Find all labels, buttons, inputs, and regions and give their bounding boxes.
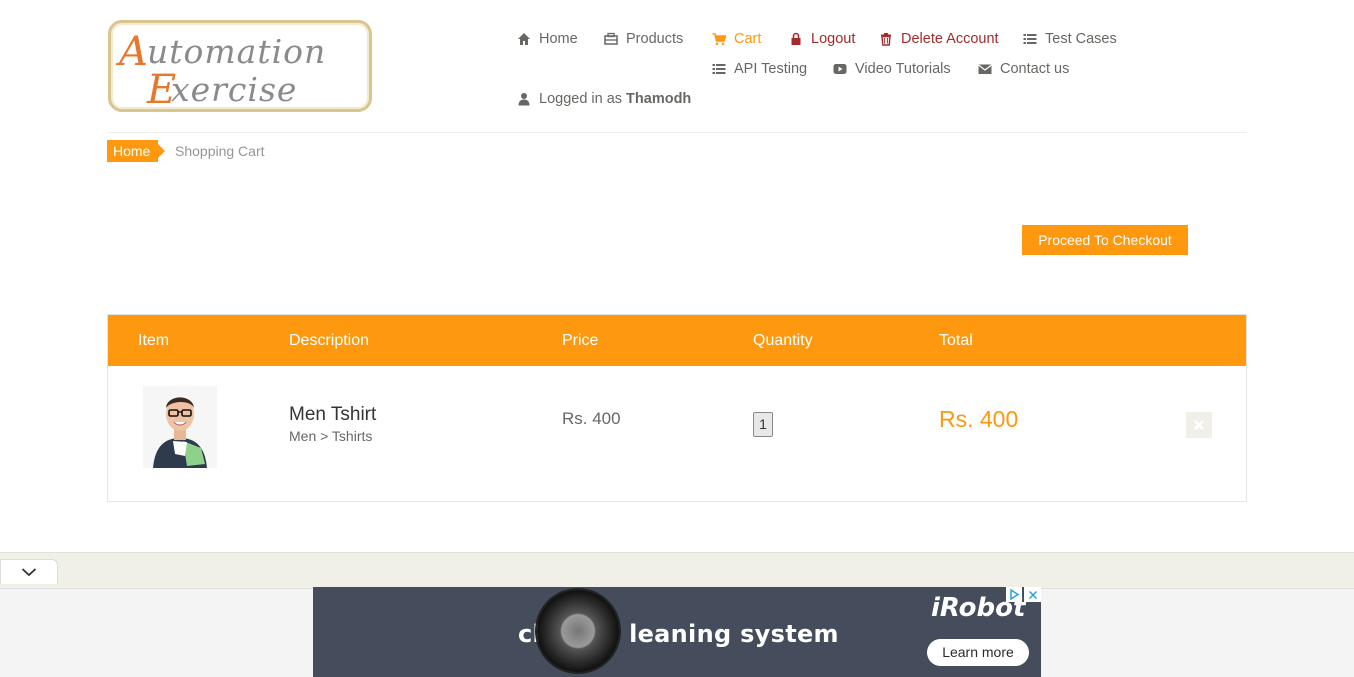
list-icon [1023, 34, 1037, 44]
page: A utomation E xercise Home Products Cart… [0, 0, 1354, 677]
lock-icon [791, 32, 801, 45]
shopping-cart-icon [712, 33, 726, 46]
nav-video-tutorials[interactable]: Video Tutorials [833, 61, 951, 77]
nav-video-tutorials-label: Video Tutorials [855, 61, 951, 77]
ad-learn-more-button[interactable]: Learn more [927, 639, 1029, 666]
ad-product-image [537, 590, 619, 672]
nav-products[interactable]: Products [604, 31, 683, 47]
product-price: Rs. 400 [562, 409, 621, 428]
svg-text:utomation: utomation [147, 32, 326, 71]
column-header-total: Total [939, 332, 973, 349]
ad-close-button[interactable] [1024, 587, 1041, 602]
cart-table: Item Description Price Quantity Total Me… [107, 314, 1247, 502]
nav-home-label: Home [539, 31, 578, 47]
nav-contact-us[interactable]: Contact us [978, 61, 1069, 77]
logged-in-status: Logged in as Thamodh [517, 91, 691, 107]
proceed-to-checkout-button[interactable]: Proceed To Checkout [1022, 225, 1188, 255]
ad-choices-button[interactable] [1006, 587, 1022, 602]
list-icon [712, 64, 726, 74]
user-icon [518, 93, 530, 106]
cart-table-header: Item Description Price Quantity Total [108, 315, 1246, 366]
close-icon [1194, 420, 1204, 430]
nav-logout-label: Logout [811, 31, 856, 47]
product-quantity[interactable]: 1 [753, 412, 773, 437]
youtube-play-icon [833, 64, 847, 74]
nav-test-cases-label: Test Cases [1045, 31, 1117, 47]
svg-text:xercise: xercise [171, 70, 297, 109]
ad-collapse-toggle[interactable] [0, 559, 58, 584]
close-icon [1028, 590, 1037, 599]
nav-cart[interactable]: Cart [712, 31, 761, 47]
product-category: Men > Tshirts [289, 428, 373, 444]
footer-strip [0, 552, 1354, 588]
product-total: Rs. 400 [939, 406, 1019, 432]
breadcrumb-home[interactable]: Home [107, 140, 166, 162]
product-photo [143, 386, 217, 468]
envelope-icon [978, 64, 992, 74]
chevron-down-icon [21, 568, 37, 577]
nav-logout[interactable]: Logout [789, 31, 855, 47]
cart-item-row: Men Tshirt Men > Tshirts Rs. 400 1 Rs. 4… [108, 366, 1246, 502]
logged-in-prefix: Logged in as [539, 91, 623, 107]
site-logo[interactable]: A utomation E xercise [108, 20, 372, 113]
logged-in-username: Thamodh [626, 91, 692, 107]
nav-delete-account[interactable]: Delete Account [879, 31, 999, 47]
nav-home[interactable]: Home [517, 31, 578, 47]
nav-test-cases[interactable]: Test Cases [1023, 31, 1117, 47]
nav-contact-us-label: Contact us [1000, 61, 1070, 77]
column-header-price: Price [562, 332, 599, 349]
column-header-description: Description [289, 332, 370, 349]
ad-headline-right: leaning system [629, 620, 839, 648]
column-header-item: Item [138, 332, 170, 349]
nav-products-label: Products [626, 31, 684, 47]
breadcrumb-current: Shopping Cart [175, 143, 265, 159]
header-divider [107, 132, 1247, 133]
products-icon [604, 32, 618, 45]
nav-api-testing[interactable]: API Testing [712, 61, 807, 77]
nav-delete-account-label: Delete Account [901, 31, 999, 47]
product-image[interactable] [143, 386, 217, 468]
nav-cart-label: Cart [734, 31, 762, 47]
logo-graphic: A utomation E xercise [115, 29, 326, 113]
ad-choices-icon [1010, 589, 1019, 600]
svg-text:A: A [115, 29, 148, 75]
delete-item-button[interactable] [1186, 412, 1212, 438]
column-header-quantity: Quantity [753, 332, 813, 349]
nav-api-testing-label: API Testing [734, 61, 808, 77]
product-name-link[interactable]: Men Tshirt [289, 404, 376, 426]
ad-banner[interactable]: cl leaning system iRobot Learn more [313, 587, 1041, 677]
home-icon [518, 33, 530, 45]
trash-icon [881, 33, 891, 46]
